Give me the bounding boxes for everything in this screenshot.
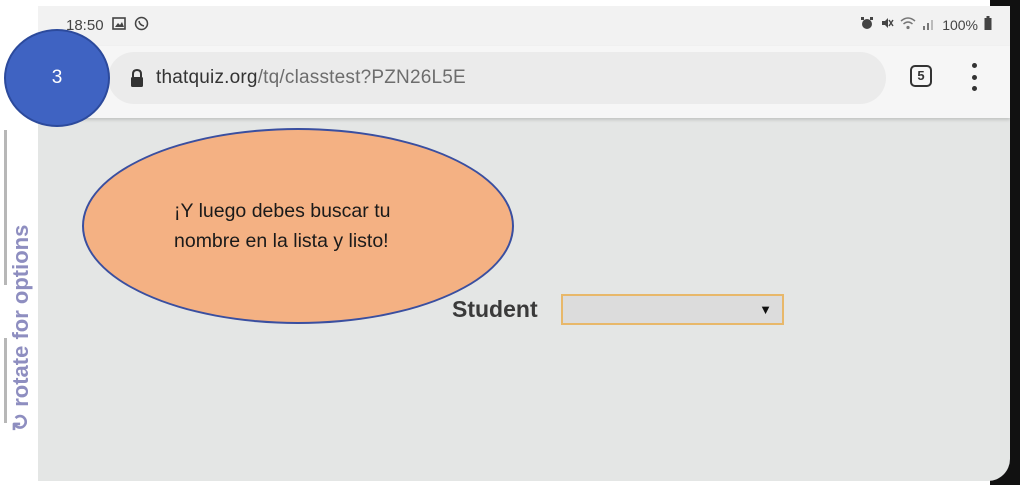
tab-switcher-button[interactable]: 5 [910,65,932,87]
dropdown-arrow-icon: ▼ [759,302,772,317]
mute-icon [880,16,894,33]
url-text[interactable]: thatquiz.org/tq/classtest?PZN26L5E [156,67,466,89]
student-select[interactable]: ▼ [561,294,784,325]
battery-percent: 100% [942,16,978,33]
instruction-text: ¡Y luego debes buscar tu nombre en la li… [174,200,391,252]
side-divider [4,338,7,423]
url-domain: thatquiz.org [156,67,258,88]
battery-icon [984,16,992,33]
address-bar[interactable]: thatquiz.org/tq/classtest?PZN26L5E [108,52,886,104]
image-icon [111,17,126,34]
status-left: 18:50 [66,16,149,35]
more-options-icon[interactable] [970,63,978,91]
whatsapp-icon [134,16,149,35]
url-path: /tq/classtest?PZN26L5E [257,67,466,88]
browser-toolbar: thatquiz.org/tq/classtest?PZN26L5E 5 [38,46,1010,118]
alarm-icon [860,16,874,33]
rotate-label-text: rotate for options [8,224,33,407]
status-bar: 18:50 100% [38,6,1010,46]
signal-icon [922,17,936,33]
wifi-icon [900,16,916,33]
step-number-bubble: 3 [4,29,110,127]
student-label: Student [452,296,538,322]
rotate-for-options-tab[interactable]: ↻ rotate for options [4,130,44,455]
rotate-for-options-label: ↻ rotate for options [8,203,34,453]
side-divider [4,130,7,205]
status-right: 100% [860,16,992,33]
lock-icon [130,68,144,87]
phone-frame: 18:50 100% thatquiz.org/tq/classtest?PZN… [0,0,1020,485]
rotate-icon: ↻ [8,406,33,432]
side-divider [4,205,7,285]
